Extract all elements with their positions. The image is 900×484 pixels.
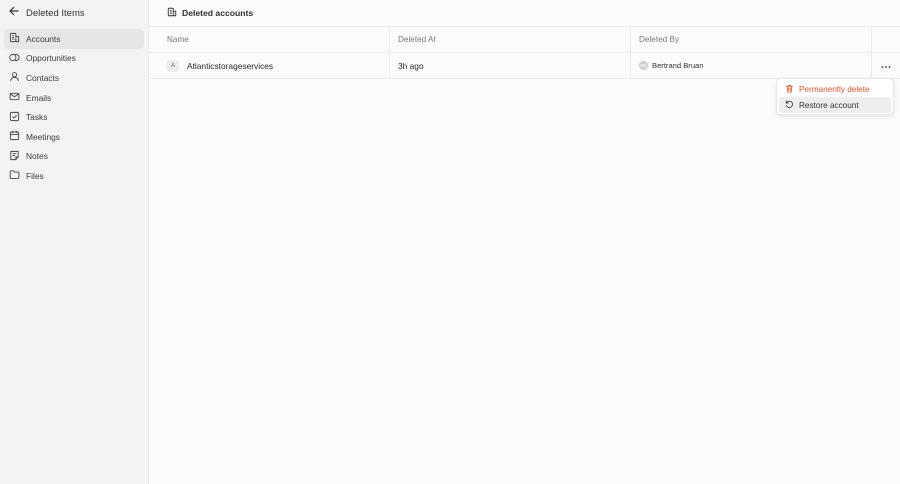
menu-item-label: Permanently delete bbox=[799, 84, 870, 94]
user-icon bbox=[9, 71, 20, 84]
app-window: Deleted Items Accounts Opportunities Con… bbox=[0, 0, 900, 484]
permanently-delete-item[interactable]: Permanently delete bbox=[779, 81, 891, 97]
sidebar-item-label: Notes bbox=[26, 151, 48, 162]
coins-icon bbox=[9, 52, 20, 65]
sidebar-item-opportunities[interactable]: Opportunities bbox=[4, 49, 144, 69]
sidebar-item-emails[interactable]: Emails bbox=[4, 88, 144, 108]
sidebar-item-label: Tasks bbox=[26, 112, 48, 123]
deleted-at-cell: 3h ago bbox=[390, 53, 631, 78]
restore-icon bbox=[785, 100, 794, 111]
sidebar-item-tasks[interactable]: Tasks bbox=[4, 107, 144, 127]
row-actions-menu: Permanently delete Restore account bbox=[776, 78, 894, 115]
back-to-deleted-items[interactable]: Deleted Items bbox=[8, 6, 85, 20]
account-name: Atlanticstorageservices bbox=[187, 60, 274, 71]
sidebar-item-label: Meetings bbox=[26, 131, 60, 142]
account-avatar: A bbox=[167, 59, 179, 72]
sidebar-item-label: Accounts bbox=[26, 33, 61, 44]
menu-item-label: Restore account bbox=[799, 100, 859, 110]
page-header: Deleted accounts bbox=[149, 0, 900, 27]
more-actions-button[interactable] bbox=[881, 61, 891, 71]
sidebar-item-notes[interactable]: Notes bbox=[4, 147, 144, 167]
sidebar-item-meetings[interactable]: Meetings bbox=[4, 127, 144, 147]
trash-icon bbox=[785, 84, 794, 95]
column-header-deleted-at[interactable]: Deleted At bbox=[390, 27, 631, 52]
restore-account-item[interactable]: Restore account bbox=[779, 97, 891, 113]
sidebar-item-label: Files bbox=[26, 170, 44, 181]
building-icon bbox=[167, 4, 177, 22]
sidebar-nav: Accounts Opportunities Contacts Emails T… bbox=[4, 29, 144, 186]
column-header-actions bbox=[872, 27, 900, 52]
checkbox-icon bbox=[9, 111, 20, 124]
table-row[interactable]: A Atlanticstorageservices 3h ago BB Bert… bbox=[149, 53, 900, 79]
note-icon bbox=[9, 150, 20, 163]
sidebar-item-label: Emails bbox=[26, 92, 52, 103]
mail-icon bbox=[9, 91, 20, 104]
building-icon bbox=[9, 32, 20, 45]
page-title: Deleted accounts bbox=[182, 8, 254, 18]
avatar: BB bbox=[639, 61, 648, 70]
sidebar: Deleted Items Accounts Opportunities Con… bbox=[0, 0, 149, 484]
deleted-by-cell: BB Bertrand Bruan bbox=[631, 53, 872, 78]
table-header: Name Deleted At Deleted By bbox=[149, 27, 900, 53]
column-header-deleted-by[interactable]: Deleted By bbox=[631, 27, 872, 52]
folder-icon bbox=[9, 169, 20, 182]
sidebar-item-accounts[interactable]: Accounts bbox=[4, 29, 144, 49]
sidebar-item-contacts[interactable]: Contacts bbox=[4, 68, 144, 88]
sidebar-item-label: Contacts bbox=[26, 72, 60, 83]
arrow-left-icon bbox=[8, 4, 20, 22]
sidebar-item-label: Opportunities bbox=[26, 53, 76, 64]
more-horizontal-icon bbox=[881, 61, 891, 71]
column-header-name[interactable]: Name bbox=[149, 27, 390, 52]
calendar-icon bbox=[9, 130, 20, 143]
deleted-by-name: Bertrand Bruan bbox=[652, 61, 704, 70]
name-cell: A Atlanticstorageservices bbox=[149, 53, 390, 78]
sidebar-title: Deleted Items bbox=[26, 7, 85, 19]
deleted-at-value: 3h ago bbox=[398, 60, 424, 71]
deleted-accounts-table: Name Deleted At Deleted By A Atlanticsto… bbox=[149, 27, 900, 79]
main-panel: Deleted accounts Name Deleted At Deleted… bbox=[149, 0, 900, 484]
sidebar-item-files[interactable]: Files bbox=[4, 166, 144, 186]
actions-cell bbox=[872, 53, 900, 78]
